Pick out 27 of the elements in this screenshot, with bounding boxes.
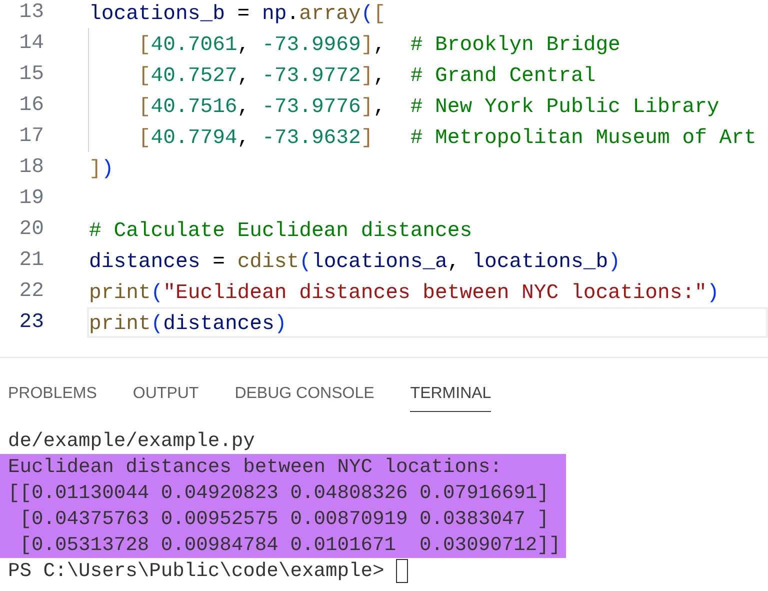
panel-tab[interactable]: TERMINAL xyxy=(410,377,492,412)
code-line: [40.7794, -73.9632] # Metropolitan Museum of Art xyxy=(137,126,758,152)
code-line: [40.7516, -73.9776], # New York Public Library xyxy=(137,95,720,121)
code-line: ]) xyxy=(88,157,115,183)
line-number: 23 xyxy=(18,310,44,336)
code-line: [40.7527, -73.9772], # Grand Central xyxy=(137,64,597,90)
line-number: 22 xyxy=(18,279,44,305)
line-number: 13 xyxy=(18,0,44,26)
terminal-cursor xyxy=(396,559,408,583)
code-line: print("Euclidean distances between NYC locations:") xyxy=(88,281,720,307)
panel-tab[interactable]: OUTPUT xyxy=(132,377,199,412)
code-line: distances = cdist(locations_a, locations_b) xyxy=(88,250,622,276)
panel-tab[interactable]: DEBUG CONSOLE xyxy=(234,377,374,412)
code-line: locations_b = np.array([ xyxy=(88,2,387,28)
code-line: # Calculate Euclidean distances xyxy=(88,219,474,245)
line-number: 14 xyxy=(18,31,44,57)
line-number: 19 xyxy=(18,186,44,212)
line-number: 20 xyxy=(18,217,44,243)
panel-tab[interactable]: PROBLEMS xyxy=(8,377,97,412)
line-number: 17 xyxy=(18,124,44,150)
line-number: 18 xyxy=(18,155,44,181)
code-line: [40.7061, -73.9969], # Brooklyn Bridge xyxy=(137,33,622,59)
line-number: 16 xyxy=(18,93,44,119)
terminal-line: de/example/example.py xyxy=(7,429,256,454)
line-number: 15 xyxy=(18,62,44,88)
line-number: 21 xyxy=(18,248,44,274)
terminal-prompt: PS C:\Users\Public\code\example> xyxy=(8,559,386,584)
